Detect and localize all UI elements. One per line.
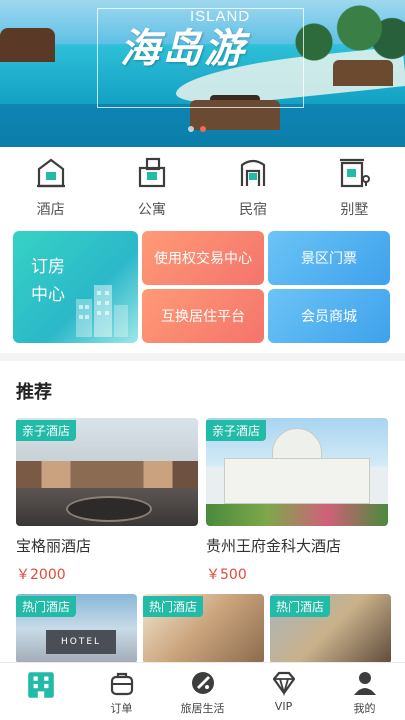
hotel-card[interactable]: 亲子酒店 贵州王府金科大酒店 ￥500 — [206, 418, 388, 584]
hotel-tag-badge: 亲子酒店 — [16, 420, 77, 441]
hotel-card-small[interactable]: 热门酒店 — [270, 594, 391, 664]
hotel-name: 宝格丽酒店 — [16, 537, 92, 555]
hotel-photo-building — [224, 458, 370, 504]
vip-diamond-icon — [272, 671, 295, 697]
banner-villa-left — [0, 28, 55, 62]
banner-calligraphy: 海岛游 — [120, 25, 246, 72]
booking-center-label: 订房 中心 — [31, 253, 65, 309]
hotel-tag-badge: 热门酒店 — [270, 596, 331, 617]
tab-travel-life[interactable]: 旅居生活 — [162, 663, 243, 720]
category-row: 酒店 公寓 民宿 别墅 — [0, 147, 405, 227]
tab-profile[interactable]: 我的 — [324, 663, 405, 720]
tab-label: 订单 — [110, 702, 133, 715]
carousel-dot-active[interactable] — [200, 126, 206, 132]
hotel-tag-badge: 热门酒店 — [143, 596, 204, 617]
bottom-tab-bar: 订单 旅居生活 VIP 我的 — [0, 662, 405, 720]
service-grid: 订房 中心 使用权交易中心 互换居住平台 景区门票 会员商城 — [13, 231, 390, 343]
tab-label: 我的 — [353, 702, 376, 715]
villa-icon — [340, 158, 371, 188]
banner-villa-right — [333, 60, 393, 86]
apartment-icon — [138, 157, 165, 188]
hotel-photo: 亲子酒店 — [206, 418, 388, 526]
hotel-card-small[interactable]: 热门酒店 — [143, 594, 264, 664]
hotel-price: ￥500 — [206, 567, 247, 583]
hotel-tag-badge: 亲子酒店 — [206, 420, 267, 441]
category-hotel[interactable]: 酒店 — [0, 147, 101, 227]
hotel-price: ￥2000 — [16, 567, 66, 583]
usage-rights-tile[interactable]: 使用权交易中心 — [142, 231, 264, 285]
home-icon — [27, 672, 54, 698]
building-illustration-icon — [76, 285, 128, 337]
booking-line-2: 中心 — [31, 285, 65, 305]
tab-label: 旅居生活 — [180, 702, 225, 715]
recommend-title: 推荐 — [16, 382, 52, 403]
profile-icon — [353, 672, 376, 695]
tab-orders[interactable]: 订单 — [81, 663, 162, 720]
booking-center-tile[interactable]: 订房 中心 — [13, 231, 138, 343]
banner-carousel[interactable]: ISLAND 海岛游 — [0, 0, 405, 147]
carousel-dots — [188, 126, 206, 132]
hotel-name: 贵州王府金科大酒店 — [206, 537, 342, 555]
hotel-photo-crowd — [206, 504, 388, 526]
hotel-card[interactable]: 亲子酒店 宝格丽酒店 ￥2000 — [16, 418, 198, 584]
category-label: 公寓 — [137, 202, 166, 218]
home-exchange-tile[interactable]: 互换居住平台 — [142, 289, 264, 343]
tab-label: VIP — [274, 700, 293, 713]
booking-line-1: 订房 — [31, 257, 65, 277]
hotel-photo: 热门酒店 — [270, 594, 391, 664]
hotel-photo-emblem — [66, 496, 152, 522]
hotel-card-small[interactable]: HOTEL 热门酒店 — [16, 594, 137, 664]
category-apartment[interactable]: 公寓 — [101, 147, 202, 227]
scenic-tickets-tile[interactable]: 景区门票 — [268, 231, 390, 285]
carousel-dot[interactable] — [188, 126, 194, 132]
hotel-photo: 亲子酒店 — [16, 418, 198, 526]
category-label: 民宿 — [239, 202, 268, 218]
homestay-icon — [241, 159, 266, 186]
category-villa[interactable]: 别墅 — [304, 147, 405, 227]
hotel-sign: HOTEL — [46, 630, 116, 654]
section-divider — [0, 353, 405, 361]
category-label: 酒店 — [36, 202, 65, 218]
category-homestay[interactable]: 民宿 — [203, 147, 304, 227]
tab-home[interactable] — [0, 663, 81, 720]
hotel-tag-badge: 热门酒店 — [16, 596, 77, 617]
travel-life-icon — [191, 672, 214, 694]
hotel-photo: HOTEL 热门酒店 — [16, 594, 137, 664]
tab-vip[interactable]: VIP — [243, 663, 324, 720]
member-mall-tile[interactable]: 会员商城 — [268, 289, 390, 343]
category-label: 别墅 — [340, 202, 369, 218]
hotel-photo: 热门酒店 — [143, 594, 264, 664]
orders-icon — [110, 672, 133, 696]
hotel-icon — [36, 158, 65, 188]
hotel-photo-dome — [272, 428, 322, 462]
